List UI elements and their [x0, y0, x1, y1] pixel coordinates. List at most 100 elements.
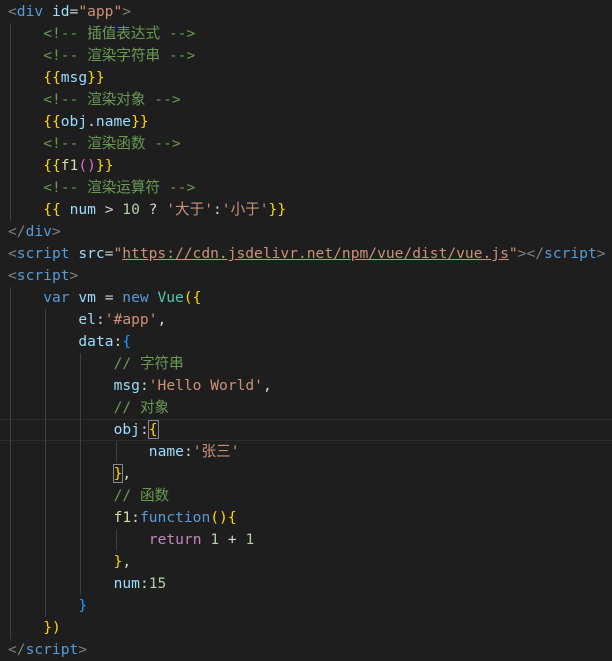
- code-token: vm: [78, 289, 96, 306]
- code-token: <: [8, 267, 17, 284]
- code-line[interactable]: {{obj.name}}: [0, 111, 612, 133]
- code-token: ({: [183, 289, 202, 306]
- code-token: return: [148, 531, 202, 548]
- code-line[interactable]: name:'张三': [0, 441, 612, 463]
- code-line[interactable]: <script>: [0, 265, 612, 287]
- code-text: // 函数: [114, 485, 170, 507]
- indent-guide: [10, 133, 11, 155]
- indent-guide: [10, 617, 11, 639]
- code-line[interactable]: <div id="app">: [0, 1, 612, 23]
- code-line[interactable]: num:15: [0, 573, 612, 595]
- code-line[interactable]: <script src="https://cdn.jsdelivr.net/np…: [0, 243, 612, 265]
- code-text: {{f1()}}: [43, 155, 113, 177]
- code-line[interactable]: // 字符串: [0, 353, 612, 375]
- code-line[interactable]: <!-- 渲染函数 -->: [0, 133, 612, 155]
- indent-guide: [45, 331, 47, 353]
- code-token: obj: [113, 421, 140, 438]
- code-text: <script>: [8, 265, 78, 287]
- code-token: ,: [122, 465, 132, 482]
- code-token: ,: [262, 377, 272, 394]
- code-line[interactable]: </script>: [0, 639, 612, 661]
- code-line[interactable]: return 1 + 1: [0, 529, 612, 551]
- code-line[interactable]: msg:'Hello World',: [0, 375, 612, 397]
- code-token: obj: [60, 113, 88, 130]
- code-token: {: [147, 420, 159, 439]
- indent-guide: [10, 595, 11, 617]
- code-line[interactable]: },: [0, 463, 612, 485]
- code-line[interactable]: },: [0, 551, 612, 573]
- code-line[interactable]: // 对象: [0, 397, 612, 419]
- indent-guide: [45, 397, 47, 419]
- code-token: >: [95, 201, 123, 218]
- code-token: ?: [139, 201, 167, 218]
- code-line[interactable]: <!-- 渲染运算符 -->: [0, 177, 612, 199]
- code-text: obj:{: [113, 419, 159, 441]
- indent-guide: [80, 353, 82, 375]
- indent-guide: [10, 441, 11, 463]
- code-text: <!-- 渲染对象 -->: [43, 89, 180, 111]
- code-text: f1:function(){: [114, 507, 237, 529]
- code-editor[interactable]: <div id="app"> <!-- 插值表达式 --> <!-- 渲染字符串 -…: [0, 0, 612, 661]
- code-line[interactable]: }: [0, 595, 612, 617]
- code-line[interactable]: {{msg}}: [0, 67, 612, 89]
- code-token: script: [25, 641, 79, 658]
- indent-guide: [80, 463, 82, 485]
- code-token: <: [8, 3, 17, 20]
- code-text: <script src="https://cdn.jsdelivr.net/np…: [8, 243, 606, 265]
- indent-guide: [10, 155, 11, 177]
- code-token: // 函数: [113, 487, 170, 504]
- code-text: <div id="app">: [8, 1, 131, 23]
- code-token: // 对象: [113, 399, 170, 416]
- code-line[interactable]: f1:function(){: [0, 507, 612, 529]
- code-line[interactable]: // 函数: [0, 485, 612, 507]
- code-line[interactable]: {{ num > 10 ? '大于':'小于'}}: [0, 199, 612, 221]
- code-text: return 1 + 1: [149, 529, 254, 551]
- indent-guide: [45, 375, 47, 397]
- code-token: div: [16, 3, 44, 20]
- code-line[interactable]: var vm = new Vue({: [0, 287, 612, 309]
- code-line[interactable]: <!-- 渲染对象 -->: [0, 89, 612, 111]
- code-token: name: [95, 113, 132, 130]
- indent-guide: [10, 287, 11, 309]
- code-text: name:'张三': [149, 441, 240, 463]
- indent-guide: [10, 463, 11, 485]
- code-token: <!-- 渲染函数 -->: [43, 135, 181, 152]
- code-token: Vue: [157, 289, 184, 306]
- code-line[interactable]: obj:{: [0, 419, 612, 441]
- code-text: <!-- 渲染函数 -->: [43, 133, 180, 155]
- code-text: <!-- 渲染字符串 -->: [43, 45, 195, 67]
- code-line[interactable]: data:{: [0, 331, 612, 353]
- code-line[interactable]: el:'#app',: [0, 309, 612, 331]
- code-line[interactable]: <!-- 渲染字符串 -->: [0, 45, 612, 67]
- code-token: >: [78, 641, 88, 658]
- code-token: function: [139, 509, 211, 526]
- code-token: :: [95, 311, 105, 328]
- code-line[interactable]: <!-- 插值表达式 -->: [0, 23, 612, 45]
- code-text: </script>: [8, 639, 87, 661]
- code-line[interactable]: </div>: [0, 221, 612, 243]
- indent-guide: [115, 529, 117, 551]
- code-token: ,: [157, 311, 167, 328]
- code-text: el:'#app',: [78, 309, 166, 331]
- code-token: script: [544, 245, 597, 262]
- indent-guide: [10, 309, 11, 331]
- code-token: '大于': [166, 201, 213, 218]
- code-token: <!-- 渲染字符串 -->: [43, 47, 196, 64]
- code-token: =: [69, 3, 79, 20]
- indent-guide: [45, 419, 47, 441]
- code-text: {{ num > 10 ? '大于':'小于'}}: [43, 199, 286, 221]
- code-token: // 字符串: [113, 355, 184, 372]
- code-line[interactable]: {{f1()}}: [0, 155, 612, 177]
- code-line[interactable]: }): [0, 617, 612, 639]
- code-token: script: [16, 245, 70, 262]
- code-token: '#app': [104, 311, 158, 328]
- indent-guide: [10, 111, 11, 133]
- code-text: </div>: [8, 221, 61, 243]
- code-token: data: [78, 333, 114, 350]
- code-token: {{: [43, 157, 61, 174]
- code-token: .: [87, 113, 96, 130]
- indent-guide: [45, 309, 47, 331]
- indent-guide: [80, 419, 82, 441]
